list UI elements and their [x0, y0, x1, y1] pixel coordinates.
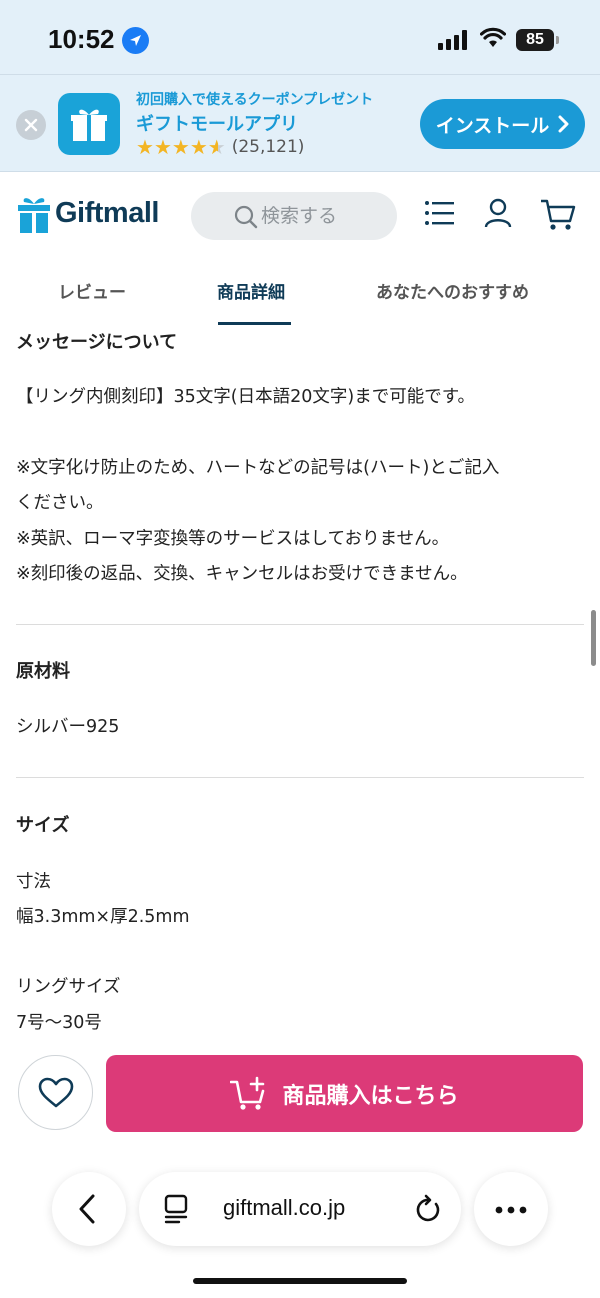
- scrollbar[interactable]: [591, 610, 596, 666]
- rating-count: (25,121): [231, 137, 305, 157]
- battery-tip: [556, 36, 559, 44]
- star-icon: ★: [153, 135, 172, 159]
- status-time: 10:52: [48, 24, 115, 54]
- heart-icon: [38, 1077, 74, 1108]
- star-icon: ★: [189, 135, 208, 159]
- browser-toolbar: giftmall.co.jp: [0, 1150, 600, 1298]
- buy-label: 商品購入はこちら: [282, 1083, 459, 1109]
- site-header: Giftmall: [0, 172, 600, 258]
- message-line: ※文字化け防止のため、ハートなどの記号は(ハート)とご記入: [16, 458, 500, 478]
- section-title-size: サイズ: [16, 815, 70, 836]
- ring-size-label: リングサイズ: [16, 977, 121, 997]
- star-icon: ★: [171, 135, 190, 159]
- search-icon: [234, 205, 258, 229]
- address-bar[interactable]: giftmall.co.jp: [139, 1172, 461, 1246]
- search-input[interactable]: [261, 205, 391, 227]
- section-title-message: メッセージについて: [16, 332, 178, 353]
- tab-product-details[interactable]: 商品詳細: [217, 278, 285, 303]
- message-line: ※英訳、ローマ字変換等のサービスはしておりません。: [16, 529, 450, 549]
- menu-list-icon[interactable]: [424, 198, 454, 228]
- battery-level: 85: [516, 29, 554, 51]
- app-rating: ★ ★ ★ ★ ★ (25,121): [136, 136, 304, 158]
- install-button[interactable]: インストール: [420, 99, 585, 149]
- page-tabs-icon[interactable]: [163, 1194, 189, 1224]
- chevron-right-icon: [558, 115, 569, 133]
- wifi-icon: [480, 27, 506, 47]
- cart-icon[interactable]: [540, 198, 576, 232]
- gift-app-icon: [58, 93, 120, 155]
- favorite-button[interactable]: [18, 1055, 93, 1130]
- cellular-signal-icon: [438, 30, 467, 50]
- material-value: シルバー925: [16, 717, 120, 737]
- ring-size-value: 7号〜30号: [16, 1013, 102, 1033]
- dimensions-value: 幅3.3mm×厚2.5mm: [16, 907, 190, 927]
- giftmall-logo-icon[interactable]: [17, 194, 51, 234]
- location-arrow-icon: [122, 27, 149, 54]
- search-bar[interactable]: [191, 192, 397, 240]
- status-bar: 10:52 85: [0, 0, 600, 74]
- more-options-button[interactable]: [474, 1172, 548, 1246]
- section-title-material: 原材料: [16, 661, 70, 682]
- banner-tagline: 初回購入で使えるクーポンプレゼント: [136, 92, 374, 108]
- install-label: インストール: [435, 114, 550, 137]
- divider: [16, 777, 584, 778]
- close-icon[interactable]: [16, 110, 46, 140]
- buy-button[interactable]: 商品購入はこちら: [106, 1055, 583, 1132]
- url-text: giftmall.co.jp: [223, 1195, 346, 1220]
- chevron-left-icon: [79, 1194, 95, 1224]
- product-tabs: レビュー 商品詳細 あなたへのおすすめ: [0, 258, 600, 326]
- active-tab-indicator: [218, 322, 291, 325]
- message-line: ください。: [16, 493, 104, 513]
- tab-recommendations[interactable]: あなたへのおすすめ: [376, 278, 529, 303]
- half-star-icon: ★: [207, 135, 226, 159]
- back-button[interactable]: [52, 1172, 126, 1246]
- home-indicator: [193, 1278, 407, 1284]
- cart-add-icon: [230, 1076, 265, 1110]
- user-account-icon[interactable]: [484, 198, 512, 228]
- message-line: ※刻印後の返品、交換、キャンセルはお受けできません。: [16, 564, 468, 584]
- message-line: 【リング内側刻印】35文字(日本語20文字)まで可能です。: [16, 387, 475, 407]
- app-install-banner: 初回購入で使えるクーポンプレゼント ギフトモールアプリ ★ ★ ★ ★ ★ (2…: [0, 74, 600, 172]
- site-logo[interactable]: Giftmall: [55, 197, 159, 230]
- banner-app-name: ギフトモールアプリ: [136, 114, 298, 135]
- more-dots-icon: [495, 1206, 527, 1214]
- tab-reviews[interactable]: レビュー: [58, 278, 126, 303]
- divider: [16, 624, 584, 625]
- reload-icon[interactable]: [415, 1194, 443, 1224]
- dimensions-label: 寸法: [16, 872, 51, 892]
- star-icon: ★: [136, 135, 154, 159]
